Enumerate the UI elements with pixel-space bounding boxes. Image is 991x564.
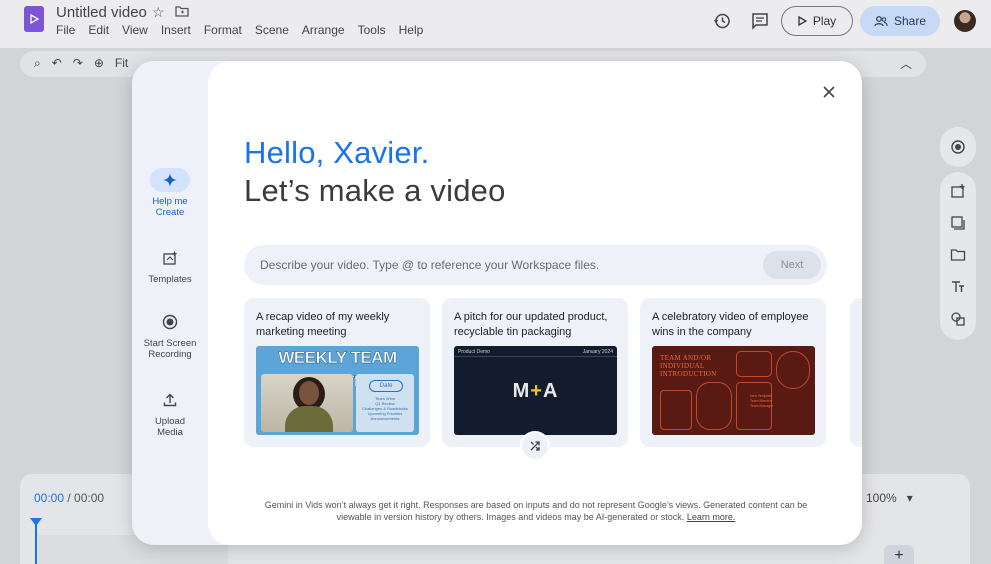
templates-icon [163, 251, 177, 265]
small-line: Team Manager [750, 404, 774, 408]
menu-file[interactable]: File [56, 23, 75, 37]
folder-icon[interactable] [174, 4, 189, 21]
total-time: / 00:00 [67, 491, 105, 505]
history-icon[interactable] [713, 12, 731, 30]
chevron-down-icon: ▾ [906, 491, 913, 505]
star-icon[interactable]: ☆ [152, 4, 165, 21]
greeting: Hello, Xavier. [244, 135, 430, 170]
timeline-zoom[interactable]: 100% ▾ [866, 491, 913, 505]
thumb-small-text: New Template Team Member Team Manager [750, 394, 800, 409]
close-icon[interactable] [820, 83, 838, 101]
record-icon [162, 314, 178, 330]
team-intro-thumbnail: TEAM AND/OR INDIVIDUAL INTRODUCTION New … [652, 346, 815, 435]
card-text: A recap video of my weekly marketing mee… [256, 311, 390, 338]
nav-label-line2: Recording [148, 349, 192, 360]
folder-rail-icon[interactable] [950, 247, 966, 263]
shapes-rail-icon[interactable] [950, 311, 966, 327]
thumb-title: TEAM AND/OR INDIVIDUAL INTRODUCTION [660, 354, 717, 378]
thumb-label-right: January 2024 [582, 349, 613, 355]
nav-label-line2: Create [155, 207, 185, 218]
dialog-headline: Let’s make a video [244, 173, 506, 208]
learn-more-link[interactable]: Learn more. [687, 512, 736, 522]
thumb-agenda: Team Wins Q1 Review Challenges & Roadblo… [360, 396, 410, 421]
nav-screen-recording[interactable]: Start Screen Recording [132, 310, 208, 360]
media-rail-icon[interactable] [950, 215, 966, 231]
text-rail-icon[interactable] [950, 279, 966, 295]
share-label: Share [893, 14, 927, 28]
nav-label-line1: Start Screen [143, 338, 197, 349]
comment-icon[interactable] [751, 12, 769, 30]
redo-icon[interactable]: ↷ [73, 56, 83, 71]
play-icon [798, 16, 807, 26]
create-video-dialog: Help me Create Templates Start Screen Re… [132, 61, 862, 545]
time-readout: 00:00 / 00:00 [34, 491, 104, 505]
zoom-value: 100% [866, 491, 897, 505]
menubar: File Edit View Insert Format Scene Arran… [56, 23, 423, 37]
shuffle-icon [530, 441, 540, 451]
logo-right: A [542, 380, 559, 402]
nav-label-line1: Help me [152, 196, 188, 207]
card-text: A pitch for our updated product, recycla… [454, 311, 608, 338]
shuffle-button[interactable] [520, 431, 550, 461]
chevron-up-icon[interactable]: ︿ [900, 55, 912, 72]
record-rail-icon[interactable] [950, 139, 966, 155]
nav-label-line1: Templates [148, 274, 192, 285]
people-icon [874, 15, 888, 26]
undo-icon[interactable]: ↶ [52, 56, 62, 71]
search-icon[interactable]: ⌕ [34, 56, 41, 71]
next-card-peek [850, 298, 862, 447]
product-demo-thumbnail: Product Demo January 2024 M+A [454, 346, 617, 435]
describe-video-input[interactable] [260, 255, 740, 275]
card-text: A celebratory video of employee wins in … [652, 311, 809, 338]
playhead[interactable] [35, 518, 37, 564]
logo-left: M [512, 380, 531, 402]
thumb-date: Date [369, 380, 403, 392]
menu-edit[interactable]: Edit [88, 23, 109, 37]
zoom-icon[interactable]: ⊕ [94, 56, 104, 71]
menu-format[interactable]: Format [204, 23, 242, 37]
ai-disclaimer: Gemini in Vids won’t always get it right… [248, 499, 824, 523]
add-scene-button[interactable]: + [884, 545, 914, 564]
nav-templates[interactable]: Templates [132, 246, 208, 285]
weekly-updates-thumbnail: WEEKLY TEAM UPDATES Date Team Wins Q1 Re… [256, 346, 419, 435]
suggestion-card-employee-wins[interactable]: A celebratory video of employee wins in … [640, 298, 826, 447]
menu-arrange[interactable]: Arrange [302, 23, 345, 37]
suggestion-card-product-pitch[interactable]: A pitch for our updated product, recycla… [442, 298, 628, 447]
menu-view[interactable]: View [122, 23, 148, 37]
nav-upload-media[interactable]: Upload Media [132, 388, 208, 438]
dialog-main-panel: Hello, Xavier. Let’s make a video Next A… [208, 61, 862, 545]
menu-insert[interactable]: Insert [161, 23, 191, 37]
doc-title[interactable]: Untitled video [56, 4, 147, 21]
agenda-line: Announcements [370, 416, 400, 421]
image-add-rail-icon[interactable] [950, 183, 966, 199]
fit-label[interactable]: Fit [115, 56, 128, 71]
menu-help[interactable]: Help [399, 23, 424, 37]
nav-label-line2: Media [157, 427, 183, 438]
thumb-label-left: Product Demo [458, 349, 490, 355]
nav-label-line1: Upload [154, 416, 186, 427]
sparkle-icon [163, 173, 177, 187]
suggestion-card-marketing[interactable]: A recap video of my weekly marketing mee… [244, 298, 430, 447]
person-photo [261, 374, 353, 432]
prompt-box: Next [244, 245, 827, 285]
ma-logo: M+A [454, 380, 617, 403]
nav-help-me-create[interactable]: Help me Create [132, 168, 208, 218]
play-label: Play [812, 14, 837, 28]
menu-tools[interactable]: Tools [358, 23, 386, 37]
share-button[interactable]: Share [860, 6, 940, 36]
next-button[interactable]: Next [763, 251, 821, 279]
logo-plus: + [530, 380, 543, 402]
user-avatar[interactable] [954, 10, 976, 32]
play-button[interactable]: Play [781, 6, 853, 36]
current-time: 00:00 [34, 491, 65, 505]
upload-icon [163, 393, 177, 407]
vids-logo-icon[interactable] [24, 6, 44, 32]
thumb-banner: WEEKLY TEAM UPDATES [278, 348, 397, 391]
menu-scene[interactable]: Scene [255, 23, 289, 37]
